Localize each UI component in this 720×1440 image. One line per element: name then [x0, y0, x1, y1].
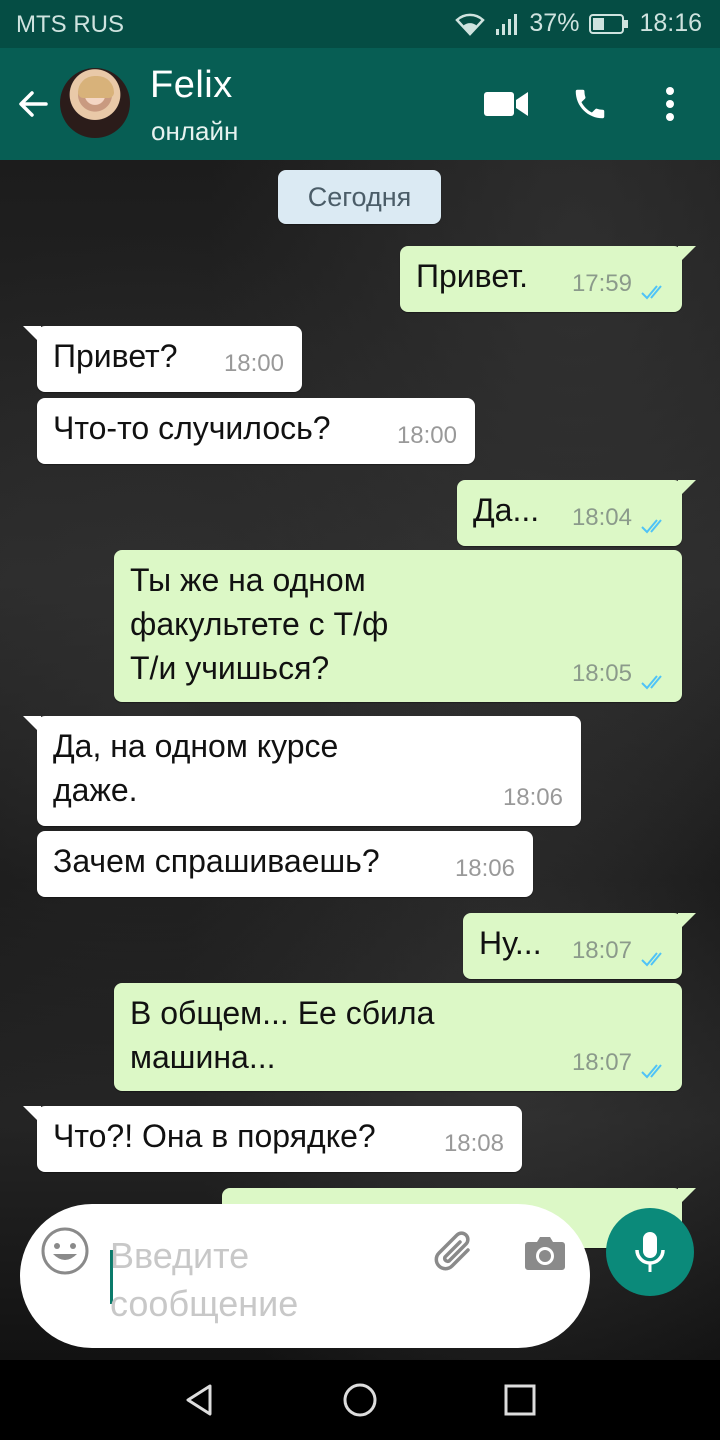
- chat-header: Felix онлайн: [0, 48, 720, 160]
- message-text: Что?! Она в порядке?: [53, 1118, 376, 1154]
- read-ticks-icon: [641, 285, 662, 300]
- message-list[interactable]: Сегодня Привет. 17:59 Привет? 18:00 Что-…: [0, 160, 720, 1360]
- read-ticks-icon: [641, 952, 662, 967]
- attach-icon[interactable]: [430, 1228, 480, 1278]
- contact-status: онлайн: [151, 116, 239, 146]
- message-text: Ты же на одном факультете с Т/ф Т/и учиш…: [130, 562, 389, 686]
- message-bubble-outgoing[interactable]: Привет. 17:59: [400, 246, 696, 312]
- message-time: 18:06: [502, 784, 563, 811]
- status-bar: MTS RUS 37% 18:16: [0, 0, 720, 48]
- message-time: 18:06: [454, 855, 515, 882]
- message-time: 18:07: [571, 937, 632, 964]
- wifi-icon: [455, 12, 486, 36]
- phone-icon[interactable]: [566, 82, 614, 126]
- message-bubble-incoming[interactable]: Что?! Она в порядке? 18:08: [23, 1106, 522, 1172]
- read-ticks-icon: [641, 519, 662, 534]
- battery-percent: 37%: [529, 9, 580, 37]
- message-time: 18:04: [571, 504, 632, 531]
- message-bubble-outgoing[interactable]: В общем... Ее сбила машина... 18:07: [114, 983, 682, 1091]
- camera-icon[interactable]: [520, 1228, 570, 1278]
- message-input[interactable]: Введите сообщение: [110, 1232, 420, 1328]
- message-text: Ну...: [479, 925, 542, 961]
- message-bubble-incoming[interactable]: Да, на одном курсе даже. 18:06: [23, 716, 581, 826]
- message-text: Да, на одном курсе даже.: [53, 728, 339, 808]
- message-text: Да...: [473, 492, 540, 528]
- clock: 18:16: [639, 9, 702, 37]
- message-bubble-incoming[interactable]: Что-то случилось? 18:00: [37, 398, 475, 464]
- mic-icon[interactable]: [606, 1208, 694, 1296]
- message-text: Привет.: [416, 258, 529, 294]
- emoji-icon[interactable]: [40, 1226, 90, 1276]
- home-circle-icon[interactable]: [340, 1380, 380, 1420]
- message-text: В общем... Ее сбила машина...: [130, 995, 435, 1075]
- message-bubble-outgoing[interactable]: Ну... 18:07: [463, 913, 696, 979]
- arrow-left-icon[interactable]: [14, 84, 54, 124]
- system-nav-bar: [0, 1360, 720, 1440]
- message-composer[interactable]: Введите сообщение: [20, 1204, 590, 1348]
- message-time: 18:07: [571, 1049, 632, 1076]
- more-vert-icon[interactable]: [646, 82, 694, 126]
- video-call-icon[interactable]: [482, 82, 530, 126]
- read-ticks-icon: [641, 675, 662, 690]
- message-time: 17:59: [571, 270, 632, 297]
- battery-icon: [589, 13, 629, 35]
- message-bubble-outgoing[interactable]: Да... 18:04: [457, 480, 696, 546]
- back-triangle-icon[interactable]: [180, 1380, 220, 1420]
- read-ticks-icon: [641, 1064, 662, 1079]
- message-time: 18:00: [223, 350, 284, 377]
- message-bubble-incoming[interactable]: Зачем спрашиваешь? 18:06: [37, 831, 533, 897]
- message-text: Зачем спрашиваешь?: [53, 843, 380, 879]
- message-text: Что-то случилось?: [53, 410, 331, 446]
- message-time: 18:05: [571, 660, 632, 687]
- avatar[interactable]: [60, 68, 130, 138]
- carrier-name: MTS RUS: [16, 11, 124, 38]
- signal-icon: [495, 13, 519, 35]
- contact-name[interactable]: Felix: [150, 64, 233, 107]
- message-time: 18:08: [443, 1130, 504, 1157]
- date-separator: Сегодня: [278, 170, 441, 224]
- message-bubble-outgoing[interactable]: Ты же на одном факультете с Т/ф Т/и учиш…: [114, 550, 682, 702]
- message-time: 18:00: [396, 422, 457, 449]
- message-bubble-incoming[interactable]: Привет? 18:00: [23, 326, 302, 392]
- message-text: Привет?: [53, 338, 178, 374]
- recents-square-icon[interactable]: [500, 1380, 540, 1420]
